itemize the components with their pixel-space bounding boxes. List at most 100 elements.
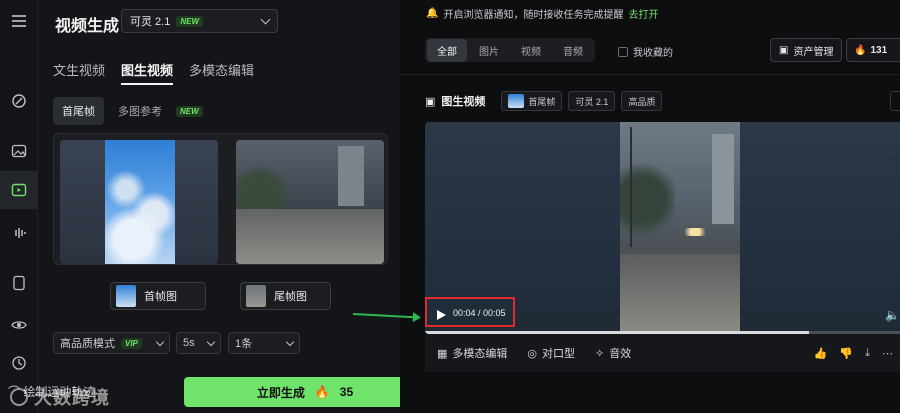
favorites-toggle[interactable]: 我收藏的 <box>618 44 673 59</box>
model-select[interactable]: 可灵 2.1 NEW <box>121 9 278 33</box>
menu-icon[interactable] <box>8 10 30 32</box>
building-shape <box>712 134 734 224</box>
chip-label: 可灵 2.1 <box>575 96 609 107</box>
generate-button[interactable]: 立即生成 🔥 35 <box>184 377 426 407</box>
tab-multi-image-ref[interactable]: 多图参考 <box>118 103 162 119</box>
canvas-icon[interactable] <box>8 272 30 294</box>
video-player[interactable]: 00:04 / 00:05 🔈 <box>425 122 900 334</box>
favorites-label: 我收藏的 <box>633 48 673 59</box>
building-shape <box>338 146 364 206</box>
volume-icon[interactable]: 🔈 <box>885 308 900 322</box>
filter-audio[interactable]: 音频 <box>553 39 593 62</box>
car-lights <box>680 228 710 236</box>
notification-bar: 🔔 开启浏览器通知，随时接收任务完成提醒 去打开 <box>426 6 658 21</box>
video-icon[interactable] <box>0 171 38 209</box>
first-frame-button[interactable]: 首帧图 <box>110 282 206 310</box>
last-frame-button[interactable]: 尾帧图 <box>240 282 331 310</box>
lip-sync-icon: ◎ <box>527 347 538 360</box>
lip-sync-button[interactable]: ◎ 对口型 <box>527 345 575 361</box>
filter-images[interactable]: 图片 <box>469 39 509 62</box>
chip-label: 首尾帧 <box>528 96 556 107</box>
chip-label: 高品质 <box>628 96 656 107</box>
chevron-down-icon <box>260 14 271 25</box>
chip-thumb <box>508 94 525 108</box>
eye-icon[interactable] <box>8 314 30 336</box>
last-frame-label: 尾帧图 <box>274 291 307 303</box>
last-frame-thumb <box>246 285 266 307</box>
tab-image-to-video[interactable]: 图生视频 <box>121 60 174 85</box>
result-actions: ▦ 多模态编辑 ◎ 对口型 ✧ 音效 👍 👎 ⤓ ⋯ <box>425 334 900 372</box>
action-label: 对口型 <box>542 348 576 360</box>
playback-time: 00:04 / 00:05 <box>453 308 506 318</box>
chip-model: 可灵 2.1 <box>568 91 616 111</box>
watermark-logo <box>10 388 28 406</box>
generation-panel: 视频生成 可灵 2.1 NEW 文生视频 图生视频 多模态编辑 首尾帧 多图参考… <box>38 0 426 413</box>
bell-icon: 🔔 <box>426 8 439 19</box>
left-rail <box>0 0 38 413</box>
count-select[interactable]: 1条 <box>228 332 300 354</box>
result-type-label: 图生视频 <box>441 96 486 108</box>
credits-value: 131 <box>870 44 888 56</box>
road-shape <box>236 209 384 264</box>
chevron-down-icon <box>285 337 295 346</box>
edit-icon[interactable] <box>890 91 900 111</box>
road-shape <box>620 254 740 334</box>
chip-first-last-frame: 首尾帧 <box>501 91 563 111</box>
chip-quality: 高品质 <box>621 91 663 111</box>
action-label: 音效 <box>609 348 632 360</box>
result-filter: 全部 图片 视频 音频 <box>425 38 595 62</box>
count-value: 1条 <box>235 338 253 350</box>
download-icon[interactable]: ⤓ <box>865 347 870 360</box>
first-frame-preview[interactable] <box>60 140 218 264</box>
image-icon[interactable] <box>8 140 30 162</box>
flame-icon: 🔥 <box>314 385 330 399</box>
thumbs-up-icon[interactable]: 👍 <box>814 347 828 360</box>
video-frame <box>620 122 740 334</box>
multimodal-edit-icon: ▦ <box>437 347 448 360</box>
results-panel: 🔔 开启浏览器通知，随时接收任务完成提醒 去打开 全部 图片 视频 音频 我收藏… <box>400 0 900 413</box>
chevron-down-icon <box>155 337 165 346</box>
thumbs-down-icon[interactable]: 👎 <box>839 347 853 360</box>
video-icon: ▣ <box>425 95 436 108</box>
filter-all[interactable]: 全部 <box>427 38 467 62</box>
last-frame-preview[interactable] <box>236 140 384 264</box>
divider <box>400 74 900 75</box>
multimodal-edit-button[interactable]: ▦ 多模态编辑 <box>437 345 507 361</box>
sound-effect-button[interactable]: ✧ 音效 <box>595 345 631 361</box>
audio-icon[interactable] <box>8 222 30 244</box>
tab-text-to-video[interactable]: 文生视频 <box>53 60 105 79</box>
notification-text: 开启浏览器通知，随时接收任务完成提醒 <box>443 10 624 21</box>
history-icon[interactable] <box>8 352 30 374</box>
folder-icon: ▣ <box>779 44 789 56</box>
tab-first-last-frame[interactable]: 首尾帧 <box>53 97 104 125</box>
favorites-checkbox[interactable] <box>618 46 628 57</box>
result-meta: ▣ 图生视频 首尾帧 可灵 2.1 高品质 <box>425 91 663 111</box>
ai-tools-icon[interactable] <box>8 90 30 112</box>
watermark-text: 大数跨境 <box>34 388 110 408</box>
asset-management-label: 资产管理 <box>793 46 834 58</box>
new-badge: NEW <box>176 105 203 117</box>
filter-videos[interactable]: 视频 <box>511 39 551 62</box>
frame-mode-tabs: 首尾帧 多图参考 NEW <box>53 97 203 125</box>
generate-cost: 35 <box>339 385 354 399</box>
first-frame-label: 首帧图 <box>144 291 177 303</box>
feedback-icons: 👍 👎 ⤓ ⋯ <box>814 347 893 360</box>
asset-management-button[interactable]: ▣ 资产管理 <box>770 38 843 62</box>
play-icon[interactable] <box>437 310 446 320</box>
first-frame-thumb <box>116 285 136 307</box>
flame-icon: 🔥 <box>854 44 867 56</box>
more-icon[interactable]: ⋯ <box>882 347 893 360</box>
sound-effect-icon: ✧ <box>595 347 605 360</box>
action-label: 多模态编辑 <box>452 348 508 360</box>
frame-upload-area <box>53 133 388 265</box>
duration-select[interactable]: 5s <box>176 332 221 354</box>
tab-multimodal-edit[interactable]: 多模态编辑 <box>189 60 254 79</box>
enable-notifications-link[interactable]: 去打开 <box>628 6 658 21</box>
duration-value: 5s <box>183 337 195 349</box>
chevron-down-icon <box>206 337 216 346</box>
quality-select[interactable]: 高品质模式 VIP <box>53 332 170 354</box>
model-name: 可灵 2.1 <box>130 16 171 28</box>
credits-display[interactable]: 🔥 131 <box>846 38 900 62</box>
vip-badge: VIP <box>121 337 142 349</box>
watermark: 大数跨境 <box>10 384 110 410</box>
